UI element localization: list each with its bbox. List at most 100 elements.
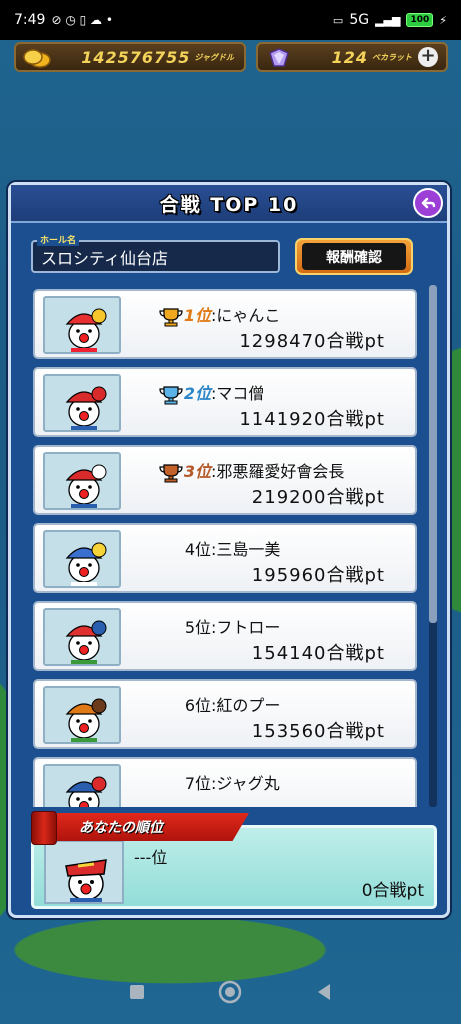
character-icon — [65, 542, 107, 586]
character-icon — [65, 859, 107, 902]
rank-position-text: 7位 — [184, 774, 211, 793]
player-name: :邪悪羅愛好會会長 — [211, 462, 345, 482]
circle-icon — [219, 980, 242, 1004]
player-avatar — [43, 296, 121, 354]
reward-check-button[interactable]: 報酬確認 — [295, 238, 413, 275]
character-icon — [65, 308, 107, 352]
rank-position-text: 3位 — [183, 462, 211, 481]
network-type: 5G — [349, 12, 370, 28]
triangle-back-icon — [318, 984, 331, 1000]
player-score: 219200合戦pt — [251, 487, 385, 508]
character-icon — [65, 698, 107, 742]
back-button[interactable] — [413, 188, 443, 218]
scrollbar[interactable] — [429, 285, 437, 807]
rank-position: 4位 — [135, 536, 211, 560]
rank-position-text: 4位 — [184, 540, 211, 559]
hall-name-label: ホール名 — [37, 233, 80, 246]
rank-position: 5位 — [135, 614, 211, 638]
ranking-row[interactable]: 3位:邪悪羅愛好會会長 219200合戦pt — [33, 445, 417, 515]
rank-position: 3位 — [135, 458, 211, 483]
rank-line: 5位:フトロー — [135, 614, 405, 638]
player-name: :にゃんこ — [211, 306, 281, 326]
hall-name-value: スロシティ仙台店 — [41, 248, 169, 268]
ranking-row[interactable]: 1位:にゃんこ 1298470合戦pt — [33, 289, 417, 359]
player-name: :紅のプー — [211, 696, 281, 715]
my-rank-score: 0合戦pt — [361, 881, 424, 901]
trophy-icon — [159, 385, 183, 404]
ranking-row[interactable]: 6位:紅のプー 153560合戦pt — [33, 679, 417, 749]
rank-position: 2位 — [135, 380, 211, 405]
battery-icon: 100 — [406, 13, 434, 27]
my-rank-ribbon: あなたの順位 — [31, 811, 251, 845]
player-score: 1298470合戦pt — [239, 331, 385, 352]
rank-position: 1位 — [135, 302, 211, 327]
rank-line: 2位:マコ僧 — [135, 380, 405, 405]
back-nav-button[interactable] — [312, 980, 336, 1004]
player-score: 195960合戦pt — [251, 565, 385, 586]
recent-apps-button[interactable] — [125, 980, 149, 1004]
carat-amount: 124 — [331, 47, 368, 67]
scroll-icon — [31, 811, 57, 845]
rank-line: 4位:三島一美 — [135, 536, 405, 560]
gem-icon — [269, 48, 289, 67]
rank-line: 7位:ジャグ丸 — [135, 770, 405, 794]
home-button[interactable] — [218, 980, 242, 1004]
my-rank-label: あなたの順位 — [79, 820, 163, 836]
rank-position-text: 1位 — [183, 306, 211, 325]
reward-check-label: 報酬確認 — [326, 249, 382, 266]
jag-currency-bar: 142576755 ジャグドル — [14, 42, 246, 72]
player-avatar — [43, 686, 121, 744]
player-name: :ジャグ丸 — [211, 774, 280, 793]
rank-position-text: 2位 — [183, 384, 211, 403]
panel-header: 合戦 TOP 10 — [11, 185, 447, 223]
character-icon — [65, 620, 107, 664]
rank-line: 3位:邪悪羅愛好會会長 — [135, 458, 405, 483]
character-icon — [65, 464, 107, 508]
rank-position: 7位 — [135, 770, 211, 794]
carat-currency-bar: 124 ベカラット + — [256, 42, 448, 72]
player-avatar — [43, 452, 121, 510]
navigation-bar — [0, 960, 461, 1024]
return-icon — [421, 197, 436, 209]
notification-icons: ⊘ ◷ ▯ ☁ • — [51, 13, 113, 27]
ranking-row[interactable]: 4位:三島一美 195960合戦pt — [33, 523, 417, 593]
ranking-list[interactable]: 1位:にゃんこ 1298470合戦pt 2位:マコ僧 1141920合戦pt 3位:邪悪… — [31, 287, 419, 807]
player-score: 153560合戦pt — [251, 721, 385, 742]
player-name: :三島一美 — [211, 540, 281, 559]
trophy-icon — [159, 307, 183, 326]
scroll-thumb[interactable] — [429, 285, 437, 623]
rank-line: 1位:にゃんこ — [135, 302, 405, 327]
panel-title: 合戦 TOP 10 — [159, 193, 299, 216]
rank-line: 6位:紅のプー — [135, 692, 405, 716]
clock: 7:49 — [14, 12, 46, 28]
rank-position-text: 6位 — [184, 696, 211, 715]
square-icon — [129, 985, 144, 999]
my-rank-position: ---位 — [134, 848, 168, 867]
player-name: :フトロー — [211, 618, 281, 637]
player-avatar — [43, 374, 121, 432]
coin-icon — [23, 49, 51, 68]
ranking-panel: 合戦 TOP 10 ホール名 スロシティ仙台店 報酬確認 1位:にゃんこ 1298… — [8, 182, 450, 918]
jag-unit: ジャグドル — [194, 52, 234, 62]
charging-icon: ⚡ — [439, 13, 447, 27]
jag-amount: 142576755 — [81, 47, 191, 67]
rank-position-text: 5位 — [184, 618, 211, 637]
signal-bars-icon: ▂▄▆ — [375, 13, 401, 27]
player-name: :マコ僧 — [211, 384, 265, 404]
ranking-row[interactable]: 2位:マコ僧 1141920合戦pt — [33, 367, 417, 437]
carat-unit: ベカラット — [372, 52, 412, 62]
player-score: 154140合戦pt — [251, 643, 385, 664]
rank-position: 6位 — [135, 692, 211, 716]
signal-icons: ▭ — [332, 13, 344, 27]
ranking-row[interactable]: 5位:フトロー 154140合戦pt — [33, 601, 417, 671]
my-avatar — [44, 840, 124, 904]
ranking-row[interactable]: 7位:ジャグ丸 — [33, 757, 417, 807]
character-icon — [65, 386, 107, 430]
player-score: 1141920合戦pt — [239, 409, 385, 430]
trophy-icon — [159, 463, 183, 482]
player-avatar — [43, 764, 121, 807]
player-avatar — [43, 608, 121, 666]
character-icon — [65, 776, 107, 807]
add-carat-button[interactable]: + — [418, 47, 438, 67]
player-avatar — [43, 530, 121, 588]
